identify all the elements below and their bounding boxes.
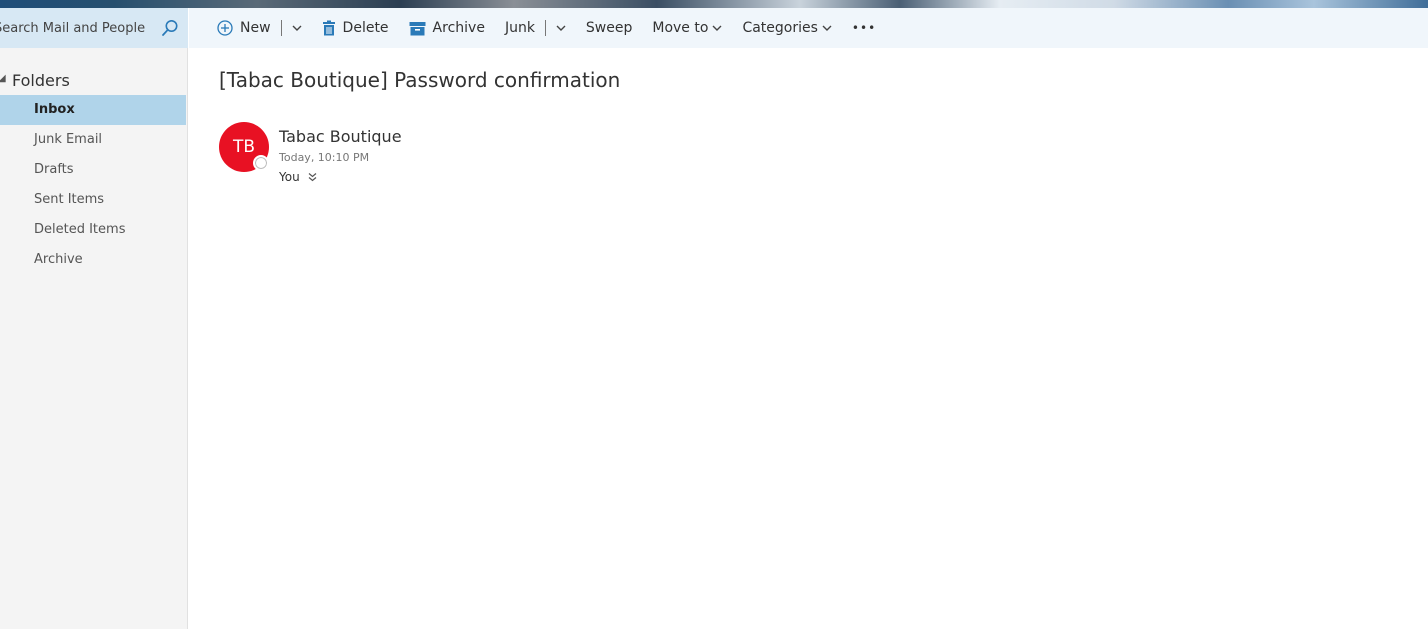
chevron-down-icon[interactable] <box>556 24 566 32</box>
message-subject: [Tabac Boutique] Password confirmation <box>219 68 621 92</box>
categories-button[interactable]: Categories <box>742 8 832 48</box>
archive-button-label: Archive <box>432 20 485 36</box>
folder-item-sent-items[interactable]: Sent Items <box>0 185 186 215</box>
sidebar: ◢ Folders Inbox Junk Email Drafts Sent I… <box>0 8 188 629</box>
split-divider <box>544 20 546 36</box>
junk-button-label: Junk <box>504 20 535 36</box>
archive-button[interactable]: Archive <box>409 8 485 48</box>
chevron-down-icon <box>712 24 722 32</box>
delete-button-label: Delete <box>342 20 389 36</box>
move-to-button-label: Move to <box>652 20 709 36</box>
delete-button[interactable]: Delete <box>322 8 389 48</box>
more-actions-button[interactable]: ••• <box>852 8 876 48</box>
command-toolbar: New Delete Archive Junk Sweep Move to Ca… <box>189 8 1428 48</box>
header-banner <box>0 0 1428 8</box>
chevron-down-icon[interactable] <box>292 24 302 32</box>
folder-item-inbox[interactable]: Inbox <box>0 95 186 125</box>
sweep-button[interactable]: Sweep <box>586 8 632 48</box>
categories-button-label: Categories <box>742 20 818 36</box>
reading-pane: [Tabac Boutique] Password confirmation T… <box>189 48 1428 629</box>
search-bar <box>0 8 188 48</box>
folder-item-deleted-items[interactable]: Deleted Items <box>0 215 186 245</box>
sweep-button-label: Sweep <box>585 20 633 36</box>
plus-circle-icon <box>217 20 233 36</box>
folder-list: Inbox Junk Email Drafts Sent Items Delet… <box>0 95 186 275</box>
folders-title: Folders <box>12 71 70 90</box>
avatar-initials: TB <box>232 137 256 157</box>
recipient-name[interactable]: You <box>279 170 300 184</box>
search-input[interactable] <box>0 18 150 38</box>
folder-item-drafts[interactable]: Drafts <box>0 155 186 185</box>
folder-item-junk-email[interactable]: Junk Email <box>0 125 186 155</box>
chevron-down-icon <box>822 24 832 32</box>
sender-name[interactable]: Tabac Boutique <box>279 127 402 146</box>
message-timestamp: Today, 10:10 PM <box>279 151 370 164</box>
recipient-line: You <box>279 170 317 184</box>
expand-recipients-icon[interactable] <box>308 172 317 182</box>
folders-header[interactable]: ◢ Folders <box>0 70 188 92</box>
search-icon[interactable] <box>158 16 182 40</box>
junk-button[interactable]: Junk <box>505 8 566 48</box>
trash-icon <box>322 20 336 36</box>
new-button[interactable]: New <box>217 8 302 48</box>
split-divider <box>280 20 282 36</box>
more-ellipsis-icon: ••• <box>851 21 877 35</box>
presence-status-icon <box>253 155 269 171</box>
move-to-button[interactable]: Move to <box>652 8 722 48</box>
folder-item-archive[interactable]: Archive <box>0 245 186 275</box>
collapse-caret-icon[interactable]: ◢ <box>0 73 6 84</box>
archive-box-icon <box>409 21 426 36</box>
new-button-label: New <box>240 20 271 36</box>
